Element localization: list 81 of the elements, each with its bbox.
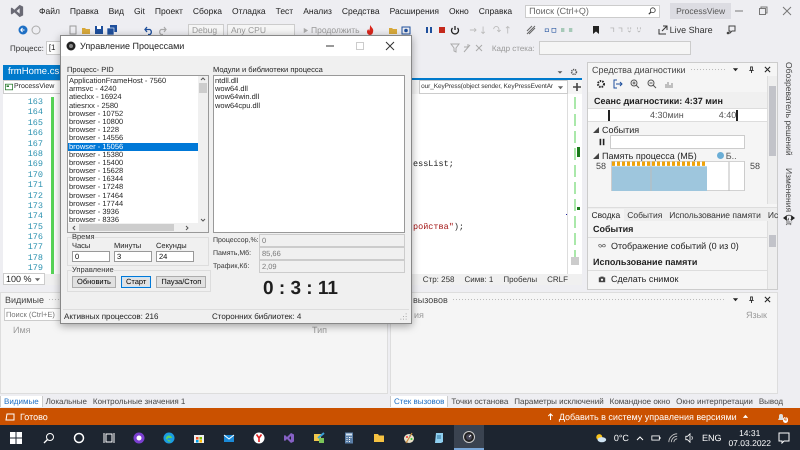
status-text: Стр: 258 [422,274,454,284]
line-number: 177 [26,242,43,253]
status-text: Готово [20,412,48,422]
panel-tab[interactable]: Точки останова [448,396,512,406]
panel-tab[interactable]: Использование памяти [666,209,764,221]
line-number: 164 [26,107,43,118]
stack-frame-label: Кадр стека: [492,44,535,52]
menu-item[interactable]: Тест [270,6,298,16]
panel-tab[interactable]: Параметры исключений [511,396,607,406]
line-number: 174 [26,211,43,222]
section-header: Использование памяти [588,254,767,271]
line-number: 179 [26,263,43,274]
menu-item[interactable]: Справка [474,6,518,16]
status-text: Сторонних библиотек: 4 [212,312,302,321]
code-text: ); [454,222,464,232]
line-number: 178 [26,252,43,264]
panel-title: Видимые [5,294,44,304]
panel-tab[interactable]: Контрольные значения 1 [90,396,188,406]
zoom-dropdown[interactable]: 100 % [3,273,45,286]
panel-title: Средства диагностики [592,64,686,74]
session-title: Сеанс диагностики: 4:37 мин [588,92,767,108]
axis-label: 58 [596,161,606,171]
panel-tab[interactable]: Стек вызовов [390,396,448,406]
code-text: essList; [413,159,454,170]
snapshot-link[interactable]: Сделать снимок [611,274,678,284]
panel-tab[interactable]: События [624,209,666,221]
status-text: CRLF [547,274,568,284]
line-number: 176 [26,232,43,242]
line-number: 165 [26,118,43,128]
line-number: 163 [26,97,43,108]
panel-tab[interactable]: Вывод [756,396,786,406]
status-text: Симв: 1 [464,274,494,284]
status-text: Пробелы [503,274,538,284]
menu-item[interactable]: Файл [34,6,65,16]
menu-item[interactable]: Отладка [227,6,271,16]
time-label: 4:40 [718,110,736,120]
temperature[interactable]: 0°C [614,432,629,442]
line-number: 167 [26,138,43,149]
axis-label: 58 [750,161,760,171]
solution-name: ProcessView [670,3,732,19]
events-text: Отображение событий (0 из 0) [611,241,739,251]
line-number: 175 [26,222,43,232]
panel-tab[interactable]: Ис [764,209,782,221]
section-title[interactable]: Память процесса (МБ) [602,150,697,160]
line-number: 166 [26,128,43,139]
section-title[interactable]: События [602,124,640,134]
panel-tab[interactable]: Сводка [588,209,624,221]
menu-item[interactable]: Проект [150,6,188,16]
timer-display: 0 : 3 : 11 [263,278,339,300]
panel-title: вызовов [413,294,448,304]
menu-item[interactable]: Средства [336,6,385,16]
line-number: 169 [26,159,43,170]
time-label: 4:30мин [650,110,684,120]
line-number: 173 [26,200,43,212]
live-share-button[interactable]: Live Share [656,25,715,35]
menu-item[interactable]: Git [129,6,150,16]
search-field[interactable]: Поиск (Ctrl+Q) [525,4,660,18]
source-control-button[interactable]: Добавить в систему управления версиями [544,412,751,422]
menu-item[interactable]: Анализ [298,6,337,16]
line-number: 168 [26,148,43,160]
window-title: Управление Процессами [80,41,186,51]
section-header: События [588,221,767,238]
panel-tab[interactable]: Локальные [42,396,90,406]
menu-item[interactable]: Правка [64,6,104,16]
panel-tab[interactable]: Видимые [0,396,43,406]
process-label: Процесс: [10,44,44,52]
panel-tab[interactable]: Окно интерпретации [673,396,756,406]
legend-label: Б.. [726,150,737,160]
menu-item[interactable]: Сборка [188,6,227,16]
panel-tab[interactable]: Командное окно [606,396,674,406]
clock[interactable]: 14:31 07.03.2022 [728,428,771,448]
side-tab[interactable]: Обозреватель решений [784,62,794,156]
code-text: ройства" [413,222,454,232]
side-tab[interactable]: Изменения Git [784,168,794,225]
menu-item[interactable]: Окно [444,6,474,16]
line-number: 171 [26,180,43,191]
line-number: 170 [26,170,43,180]
menu-item[interactable]: Расширения [384,6,444,16]
language-indicator[interactable]: ENG [702,432,722,442]
menu-item[interactable]: Вид [104,6,130,16]
line-number: 172 [26,190,43,201]
